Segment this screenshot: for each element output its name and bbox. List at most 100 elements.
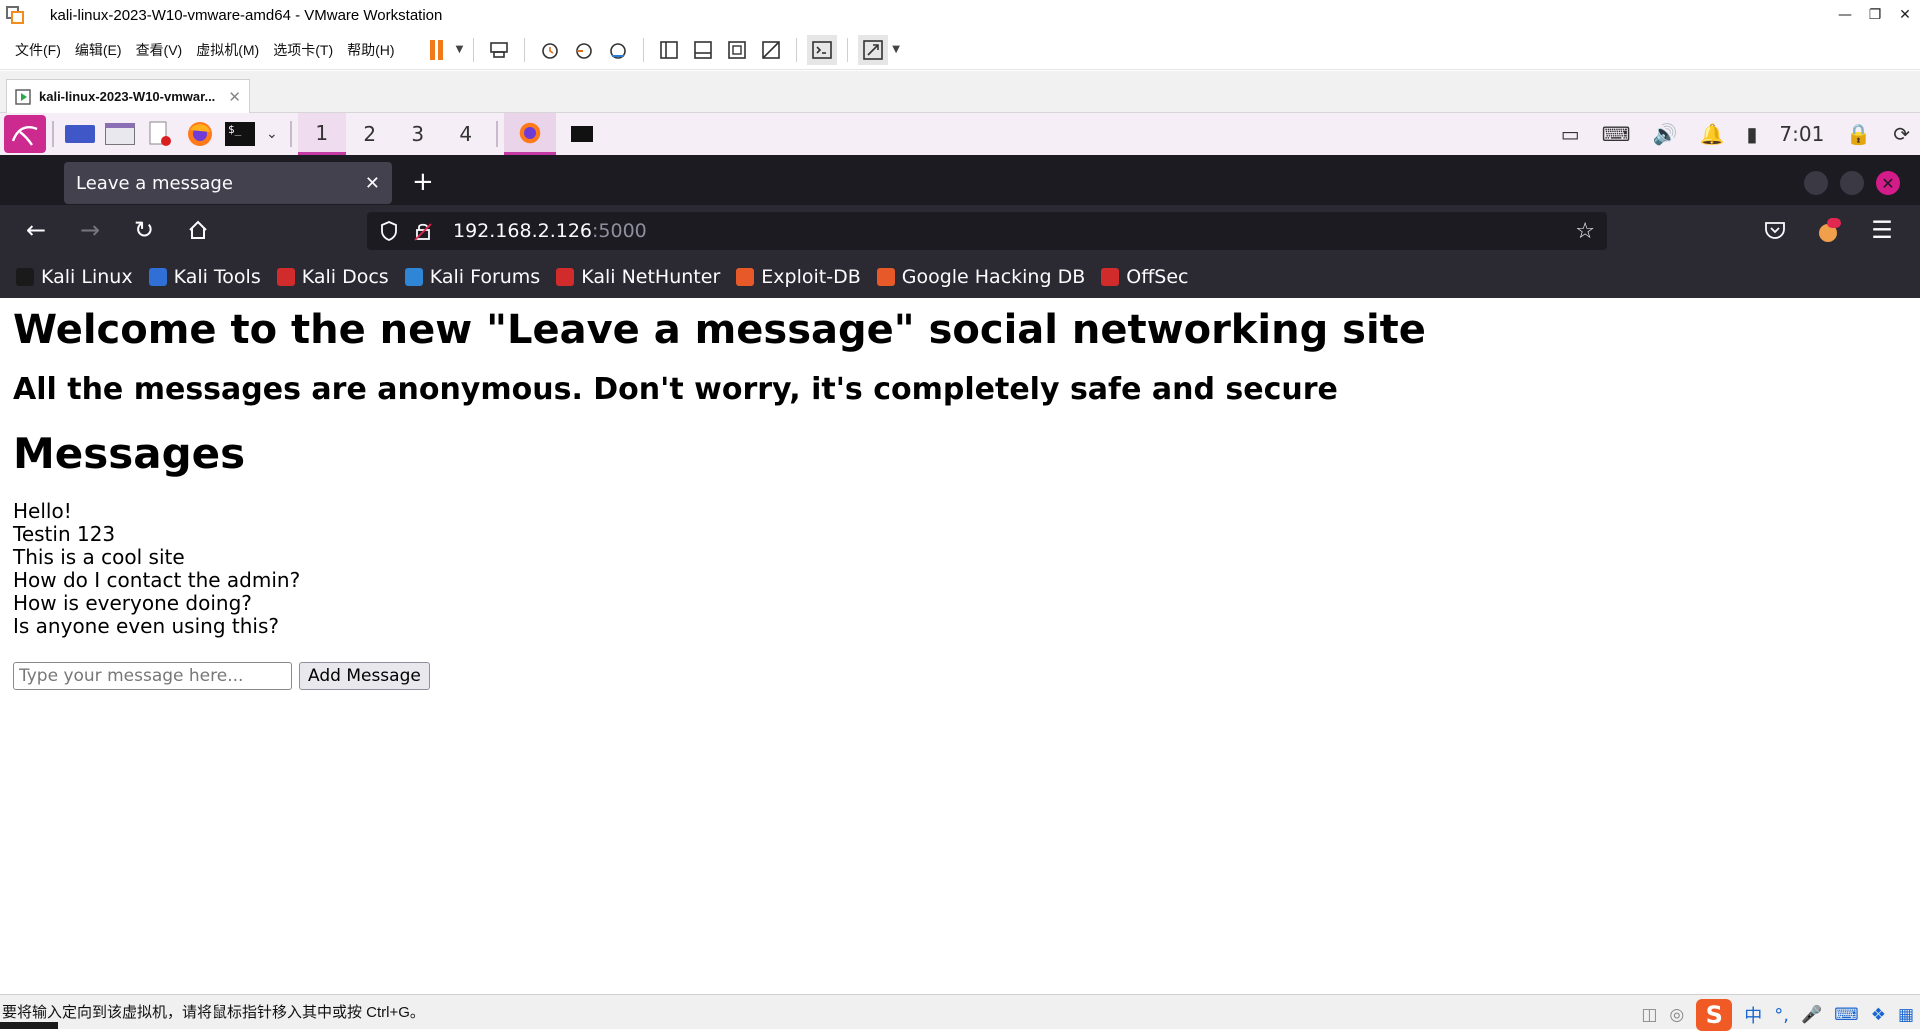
kali-panel: $_ ⌄ 1234 ▭ ⌨ 🔊 🔔 ▮ 7:01 🔒 ⟳ xyxy=(0,113,1920,155)
close-button[interactable]: ✕ xyxy=(1890,0,1920,30)
insecure-lock-icon[interactable] xyxy=(413,220,433,242)
bookmark-favicon-icon xyxy=(276,267,295,286)
bookmark-item[interactable]: OffSec xyxy=(1101,266,1189,288)
bookmark-label: Google Hacking DB xyxy=(901,265,1086,288)
suspend-pause-button[interactable] xyxy=(422,35,452,65)
bookmark-label: Kali Forums xyxy=(429,265,541,288)
add-message-button[interactable]: Add Message xyxy=(299,662,430,690)
firefox-launcher-icon[interactable] xyxy=(182,116,218,152)
bookmark-item[interactable]: Kali NetHunter xyxy=(556,266,720,288)
menu-item[interactable]: 查看(V) xyxy=(129,40,190,60)
bookmark-star-icon[interactable]: ☆ xyxy=(1575,219,1595,244)
tracking-shield-icon[interactable] xyxy=(379,220,399,242)
tab-close-icon[interactable]: ✕ xyxy=(365,173,380,194)
logout-icon[interactable]: ⟳ xyxy=(1893,122,1910,146)
workspace-3[interactable]: 3 xyxy=(394,113,442,155)
vm-tab-close-icon[interactable]: ✕ xyxy=(228,88,241,106)
cd-dvd-icon[interactable]: ◎ xyxy=(1669,1005,1684,1025)
menu-item[interactable]: 文件(F) xyxy=(8,40,68,60)
microphone-icon[interactable]: 🎤 xyxy=(1801,1005,1822,1025)
workspace-2[interactable]: 2 xyxy=(346,113,394,155)
bookmark-favicon-icon xyxy=(736,267,755,286)
url-bar[interactable]: 192.168.2.126:5000 ☆ xyxy=(367,212,1607,250)
vmware-logo-icon xyxy=(4,4,26,26)
thumbnail-view-icon[interactable] xyxy=(688,35,718,65)
file-manager-icon[interactable] xyxy=(102,116,138,152)
bookmark-item[interactable]: Kali Linux xyxy=(16,266,133,288)
minimize-button[interactable]: — xyxy=(1830,0,1860,30)
browser-tab-title: Leave a message xyxy=(76,172,233,194)
message-item: Hello! xyxy=(13,499,72,523)
bookmark-item[interactable]: Exploit-DB xyxy=(736,265,861,288)
bookmark-item[interactable]: Kali Forums xyxy=(404,265,541,288)
account-avatar-icon[interactable] xyxy=(1813,214,1845,246)
new-tab-button[interactable]: + xyxy=(412,167,434,197)
send-ctrl-alt-del-icon[interactable] xyxy=(484,35,514,65)
menu-item[interactable]: 虚拟机(M) xyxy=(189,40,266,60)
message-input[interactable] xyxy=(13,662,292,690)
notifications-icon[interactable]: 🔔 xyxy=(1699,122,1724,146)
launcher-dropdown-icon[interactable]: ⌄ xyxy=(266,126,278,142)
browser-tab[interactable]: Leave a message ✕ xyxy=(64,162,392,204)
skin-icon[interactable]: ❖ xyxy=(1871,1005,1886,1025)
hard-disk-icon[interactable]: ◫ xyxy=(1641,1005,1657,1025)
power-manager-icon[interactable]: ▮ xyxy=(1746,122,1757,146)
bookmark-favicon-icon xyxy=(556,267,575,286)
lock-screen-icon[interactable]: 🔒 xyxy=(1846,122,1871,146)
window-close-button[interactable]: ✕ xyxy=(1876,171,1900,195)
vm-tab-label: kali-linux-2023-W10-vmwar... xyxy=(39,89,216,104)
menu-item[interactable]: 选项卡(T) xyxy=(266,40,340,60)
revert-snapshot-icon[interactable] xyxy=(569,35,599,65)
bookmark-item[interactable]: Google Hacking DB xyxy=(876,265,1086,288)
workspace-1[interactable]: 1 xyxy=(297,113,346,155)
vm-tab[interactable]: kali-linux-2023-W10-vmwar... ✕ xyxy=(6,79,250,113)
stretch-dropdown-icon[interactable]: ▼ xyxy=(892,44,900,55)
forward-button[interactable]: → xyxy=(74,214,106,246)
library-view-icon[interactable] xyxy=(654,35,684,65)
menu-item[interactable]: 帮助(H) xyxy=(340,40,401,60)
bookmarks-toolbar: Kali Linux Kali Tools Kali Docs Kali Forums… xyxy=(0,255,1920,298)
url-host: 192.168.2.126 xyxy=(453,220,593,242)
bookmark-item[interactable]: Kali Docs xyxy=(276,266,389,288)
reload-button[interactable]: ↻ xyxy=(128,214,160,246)
message-item: Testin 123 xyxy=(13,522,116,546)
keyboard-layout-icon[interactable]: ⌨ xyxy=(1834,1005,1859,1025)
ime-language-indicator[interactable]: 中 xyxy=(1744,1002,1762,1028)
snapshot-manager-icon[interactable] xyxy=(603,35,633,65)
hamburger-menu-icon[interactable]: ☰ xyxy=(1866,214,1898,246)
stretch-guest-icon[interactable] xyxy=(858,34,889,65)
back-button[interactable]: ← xyxy=(20,214,52,246)
terminal-launcher-icon[interactable]: $_ xyxy=(222,116,258,152)
vm-running-icon xyxy=(15,88,31,105)
kali-menu-icon[interactable] xyxy=(4,115,46,153)
bookmark-label: Exploit-DB xyxy=(761,265,861,288)
bookmark-item[interactable]: Kali Tools xyxy=(148,266,261,288)
restore-button[interactable]: ❐ xyxy=(1860,0,1890,30)
pocket-icon[interactable] xyxy=(1759,214,1791,246)
bookmark-favicon-icon xyxy=(404,267,423,286)
ime-punctuation-indicator[interactable]: °, xyxy=(1774,1005,1789,1026)
display-icon[interactable]: ▭ xyxy=(1561,122,1580,146)
sogou-ime-icon[interactable]: S xyxy=(1696,999,1733,1031)
text-editor-icon[interactable] xyxy=(142,116,178,152)
console-view-icon[interactable] xyxy=(807,34,838,65)
window-maximize-button[interactable] xyxy=(1840,171,1864,195)
ime-tools-icon[interactable]: ▦ xyxy=(1898,1005,1914,1025)
pause-dropdown-icon[interactable]: ▼ xyxy=(456,44,464,55)
firefox-navbar: ← → ↻ 192.168.2.126:5000 ☆ ☰ xyxy=(0,205,1920,255)
unity-mode-icon[interactable] xyxy=(756,35,786,65)
menu-item[interactable]: 编辑(E) xyxy=(68,40,129,60)
keyboard-icon[interactable]: ⌨ xyxy=(1602,122,1631,146)
vmware-statusbar: 要将输入定向到该虚拟机，请将鼠标指针移入其中或按 Ctrl+G。 ◫ ◎ S 中… xyxy=(0,994,1920,1031)
task-terminal[interactable] xyxy=(556,113,608,155)
panel-clock[interactable]: 7:01 xyxy=(1779,122,1824,146)
task-firefox[interactable] xyxy=(503,113,556,155)
show-desktop-icon[interactable] xyxy=(62,116,98,152)
snapshot-icon[interactable] xyxy=(535,35,565,65)
menu: 文件(F) 编辑(E) 查看(V) 虚拟机(M) 选项卡(T) 帮助(H) xyxy=(8,40,402,60)
full-screen-icon[interactable] xyxy=(722,35,752,65)
window-minimize-button[interactable] xyxy=(1804,171,1828,195)
workspace-4[interactable]: 4 xyxy=(442,113,490,155)
volume-icon[interactable]: 🔊 xyxy=(1653,122,1678,146)
home-button[interactable] xyxy=(182,214,214,246)
